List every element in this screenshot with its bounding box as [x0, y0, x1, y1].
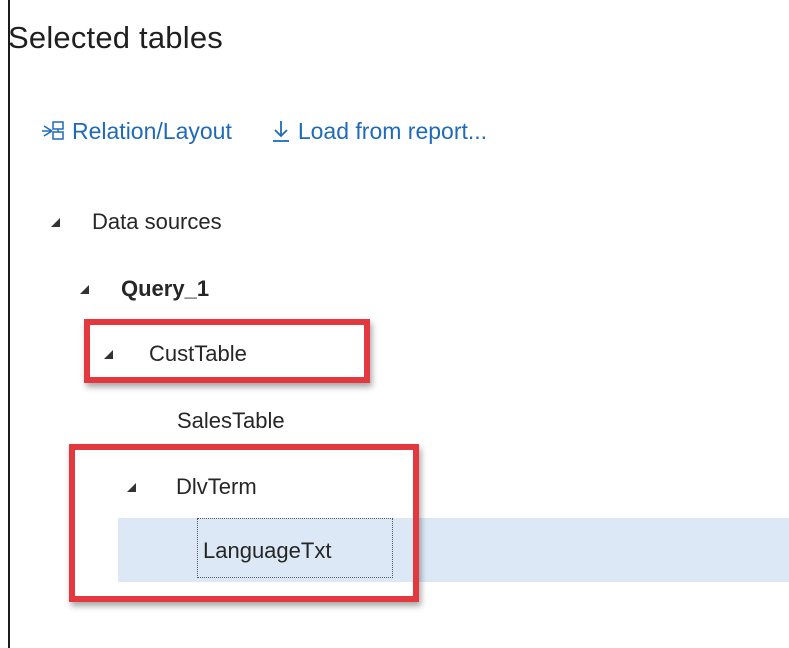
tree-node-dlv-term[interactable]: DlvTerm: [0, 466, 789, 508]
panel-title: Selected tables: [8, 20, 223, 55]
tree-node-data-sources[interactable]: Data sources: [0, 201, 789, 243]
tree-node-label: Data sources: [92, 209, 222, 234]
tree-node-label: LanguageTxt: [203, 538, 332, 563]
tree-node-label: SalesTable: [177, 408, 285, 433]
load-from-report-label: Load from report...: [297, 117, 488, 144]
expanded-triangle-icon[interactable]: [51, 217, 60, 227]
tree-node-label: Query_1: [121, 276, 210, 301]
tree-node-label: CustTable: [149, 341, 247, 366]
tree-node-label: DlvTerm: [176, 474, 257, 499]
toolbar: Relation/Layout Load from report...: [40, 116, 487, 146]
relation-layout-button[interactable]: Relation/Layout: [40, 118, 232, 145]
relation-layout-icon: [40, 120, 66, 142]
relation-layout-label: Relation/Layout: [72, 117, 232, 144]
download-arrow-icon: [270, 119, 292, 143]
tree-node-cust-table[interactable]: CustTable: [0, 333, 789, 375]
expanded-triangle-icon[interactable]: [104, 349, 113, 359]
expanded-triangle-icon[interactable]: [127, 482, 136, 492]
tree-node-query-1[interactable]: Query_1: [0, 268, 789, 310]
tree-node-sales-table[interactable]: SalesTable: [0, 400, 789, 442]
tree-node-language-txt[interactable]: LanguageTxt: [0, 530, 789, 572]
expanded-triangle-icon[interactable]: [80, 284, 89, 294]
load-from-report-button[interactable]: Load from report...: [270, 118, 487, 145]
